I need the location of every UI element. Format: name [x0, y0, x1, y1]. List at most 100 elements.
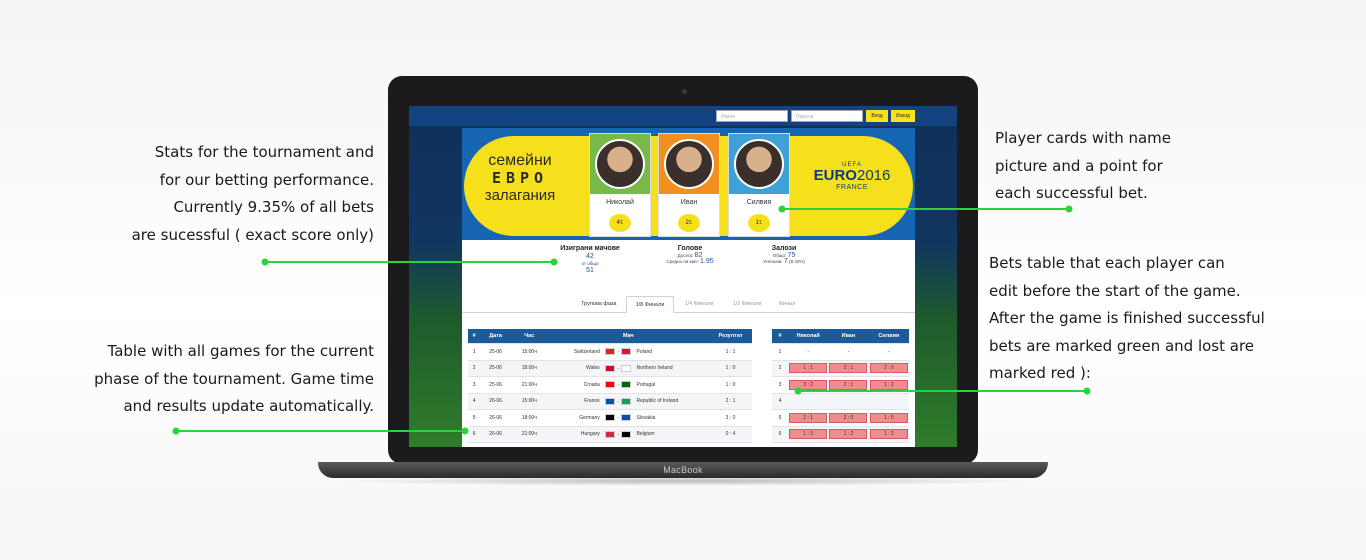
- col-time: Час: [510, 329, 548, 344]
- bet-cell[interactable]: 1 : 2: [828, 442, 869, 447]
- bet-lost-badge: 1 : 3: [789, 429, 828, 440]
- cell-home-team: Croatia: [547, 376, 601, 393]
- bet-lost-badge: 2 : 0: [869, 363, 908, 374]
- table-row: 1 25-06 15:00ч Switzerland - Poland 1 : 1: [468, 343, 752, 360]
- bet-cell[interactable]: -: [868, 343, 909, 360]
- cell-time: 21:00ч: [510, 425, 548, 443]
- away-flag-icon: [620, 397, 631, 405]
- login-button[interactable]: Вход: [866, 110, 888, 122]
- table-row: 1---: [772, 343, 909, 360]
- cell-date: 25-06: [480, 376, 511, 393]
- cell-time: 15:00ч: [510, 392, 548, 410]
- bet-lost-badge: 2 : 1: [829, 379, 868, 390]
- cell-flags: -: [600, 425, 636, 443]
- bet-lost-badge: 2 : 1: [789, 412, 828, 423]
- cell-result: 0 : 0: [709, 442, 752, 447]
- bet-cell[interactable]: 2 : 0: [828, 409, 869, 426]
- cell-flags: -: [600, 442, 636, 447]
- cell-date: 26-06: [480, 409, 511, 426]
- bet-cell[interactable]: 1 : 2: [868, 425, 909, 443]
- cell-away-team: Slovakia: [635, 409, 710, 426]
- bet-lost-badge: 1 : 1: [789, 363, 828, 374]
- password-input[interactable]: Парола: [791, 110, 863, 122]
- cell-home-team: Germany: [547, 409, 601, 426]
- player-avatar: [664, 139, 714, 189]
- bet-cell[interactable]: 3 : 1: [828, 359, 869, 377]
- pointer-dot: [550, 258, 558, 266]
- col-player-ivan: Иван: [828, 329, 869, 344]
- pointer-cards: [782, 208, 1069, 210]
- player-avatar: [595, 139, 645, 189]
- pointer-games: [176, 430, 465, 432]
- cell-date: 25-06: [480, 343, 511, 360]
- games-table: # Дата Час Мач Резултат 1 25-06 15:00ч Swit…: [468, 329, 752, 447]
- cell-result: 2 : 1: [709, 392, 752, 410]
- cell-number: 1: [468, 343, 481, 360]
- bet-cell[interactable]: 1 : 0: [868, 409, 909, 426]
- away-flag-icon: [620, 364, 631, 372]
- annotation-bets-table: Bets table that each player can edit bef…: [989, 254, 1265, 382]
- col-number: #: [772, 329, 788, 344]
- player-name: Николай: [606, 199, 634, 206]
- site-logo: семейни ЕВРО залагания: [484, 152, 556, 204]
- tab-quarter-finals[interactable]: 1/4 Финали: [676, 296, 722, 312]
- col-match: Мач: [547, 329, 710, 344]
- tab-group-phase[interactable]: Групова фаза: [574, 296, 624, 312]
- pointer-dot: [461, 427, 469, 435]
- player-card-silviya[interactable]: Силвия 1т.: [728, 133, 790, 237]
- col-date: Дата: [480, 329, 511, 344]
- cell-number: 1: [772, 343, 788, 360]
- pointer-dot: [1065, 205, 1073, 213]
- tab-semi-finals[interactable]: 1/2 Финали: [724, 296, 770, 312]
- bet-lost-badge: 1 : 2: [869, 429, 908, 440]
- bet-cell[interactable]: [828, 392, 869, 410]
- tab-round-of-16[interactable]: 1/8 Финали: [626, 296, 674, 313]
- home-flag-icon: [605, 364, 616, 372]
- laptop-brand-label: MacBook: [663, 465, 703, 475]
- bet-cell[interactable]: 2 : 0: [868, 359, 909, 377]
- cell-number: 2: [468, 359, 481, 377]
- home-flag-icon: [605, 381, 616, 389]
- table-row: 727-0629Italy-Spain0 : 0: [468, 442, 752, 447]
- camera-icon: [682, 89, 687, 94]
- cell-result: 1 : 1: [709, 343, 752, 360]
- bet-cell[interactable]: [788, 392, 829, 410]
- cell-number: 6: [772, 425, 788, 443]
- cell-flags: -: [600, 343, 636, 360]
- bet-cell[interactable]: [868, 392, 909, 410]
- player-card-ivan[interactable]: Иван 2т.: [658, 133, 720, 237]
- cell-number: 7: [772, 442, 788, 447]
- bet-cell[interactable]: -: [828, 343, 869, 360]
- bet-cell[interactable]: 1 : 1: [788, 359, 829, 377]
- euro-2016-logo: UEFA EURO2016 FRANCE: [813, 162, 891, 191]
- top-bar: Име/е Парола Вход Изход: [409, 106, 957, 126]
- cell-home-team: Italy: [547, 442, 601, 447]
- tab-final[interactable]: Финал: [772, 296, 802, 312]
- cell-flags: -: [600, 359, 636, 377]
- username-input[interactable]: Име/е: [716, 110, 788, 122]
- cell-number: 4: [468, 392, 481, 410]
- cell-away-team: Portugal: [635, 376, 710, 393]
- cell-time: 18:00ч: [510, 409, 548, 426]
- player-card-nikolay[interactable]: Николай 4т.: [589, 133, 651, 237]
- laptop-screen: Име/е Парола Вход Изход семейни ЕВРО зал…: [409, 106, 957, 447]
- table-row: 2 25-06 18:00ч Wales - Northern Ireland 1 : 0: [468, 359, 752, 377]
- bet-cell[interactable]: 1 : 2: [828, 425, 869, 443]
- bet-lost-badge: 1 : 0: [869, 412, 908, 423]
- home-flag-icon: [605, 430, 616, 438]
- pointer-dot: [778, 205, 786, 213]
- bet-cell[interactable]: 1 : 2: [788, 442, 829, 447]
- table-row: 6 26-06 21:00ч Hungary - Belgium 0 : 4: [468, 425, 752, 443]
- bet-cell[interactable]: 1 : 3: [788, 425, 829, 443]
- cell-time: 29: [510, 442, 548, 447]
- bet-cell[interactable]: 2 : 1: [788, 409, 829, 426]
- table-row: 61 : 31 : 21 : 2: [772, 425, 909, 443]
- away-flag-icon: [620, 348, 631, 356]
- cell-number: 4: [772, 392, 788, 410]
- bet-cell[interactable]: 2 : 1: [868, 442, 909, 447]
- cell-number: 5: [468, 409, 481, 426]
- cell-number: 7: [468, 442, 481, 447]
- logout-button[interactable]: Изход: [891, 110, 915, 122]
- cell-away-team: Poland: [635, 343, 710, 360]
- bet-cell[interactable]: -: [788, 343, 829, 360]
